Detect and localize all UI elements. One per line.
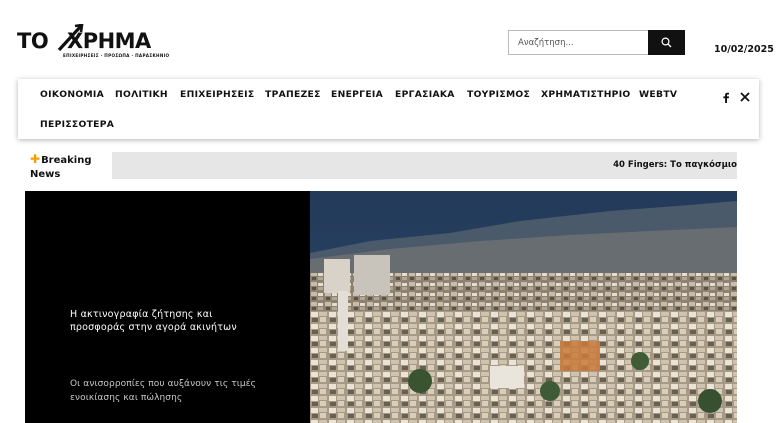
- nav-item-perissotera[interactable]: ΠΕΡΙΣΣΟΤΕΡΑ: [40, 119, 114, 130]
- breaking-label-line2: News: [30, 169, 61, 180]
- nav-item-tourismos[interactable]: ΤΟΥΡΙΣΜΟΣ: [467, 89, 530, 100]
- hero-image[interactable]: [310, 191, 737, 423]
- nav-item-politiki[interactable]: ΠΟΛΙΤΙΚΗ: [115, 89, 168, 100]
- nav-item-epixeiriseis[interactable]: ΕΠΙΧΕΙΡΗΣΕΙΣ: [180, 89, 254, 100]
- x-icon: [740, 92, 750, 102]
- x-link[interactable]: [738, 90, 752, 104]
- breaking-news-label: ✚Breaking News: [30, 152, 100, 182]
- city-skyline-image: [310, 191, 737, 423]
- hero-text-panel: Η ακτινογραφία ζήτησης και προσφοράς στη…: [25, 191, 310, 423]
- nav-item-webtv[interactable]: WEBTV: [639, 89, 677, 100]
- main-nav: ΟΙΚΟΝΟΜΙΑ ΠΟΛΙΤΙΚΗ ΕΠΙΧΕΙΡΗΣΕΙΣ ΤΡΑΠΕΖΕΣ…: [18, 79, 759, 139]
- search-box: [508, 30, 685, 55]
- facebook-icon: [723, 92, 729, 103]
- hero-subtitle: Οι ανισορροπίες που αυξάνουν τις τιμές ε…: [70, 379, 257, 403]
- search-icon: [661, 37, 672, 48]
- logo-tagline: ΕΠΙΧΕΙΡΗΣΕΙΣ · ΠΡΟΣΩΠΑ · ΠΑΡΑΣΚΗΝΙΟ: [63, 53, 170, 58]
- ticker-headline[interactable]: 40 Fingers: Το παγκόσμιο: [613, 160, 737, 170]
- breaking-label-line1: Breaking: [41, 155, 92, 166]
- hero-article[interactable]: Η ακτινογραφία ζήτησης και προσφοράς στη…: [25, 191, 737, 423]
- nav-item-xrimatistirio[interactable]: ΧΡΗΜΑΤΙΣΤΗΡΙΟ: [541, 89, 631, 100]
- nav-item-oikonomia[interactable]: ΟΙΚΟΝΟΜΙΑ: [40, 89, 104, 100]
- news-ticker: 40 Fingers: Το παγκόσμιο: [112, 152, 737, 179]
- nav-item-trapezes[interactable]: ΤΡΑΠΕΖΕΣ: [265, 89, 321, 100]
- plus-icon: ✚: [30, 152, 41, 166]
- nav-item-energeia[interactable]: ΕΝΕΡΓΕΙΑ: [331, 89, 383, 100]
- nav-item-ergasiaka[interactable]: ΕΡΓΑΣΙΑΚΑ: [395, 89, 455, 100]
- search-input[interactable]: [508, 30, 648, 55]
- logo-word-to: ΤΟ: [17, 29, 49, 53]
- logo-word-xrima: ΧΡΗΜΑ: [67, 29, 151, 53]
- site-logo[interactable]: ΤΟ ΧΡΗΜΑ ΕΠΙΧΕΙΡΗΣΕΙΣ · ΠΡΟΣΩΠΑ · ΠΑΡΑΣΚ…: [17, 24, 169, 60]
- hero-title[interactable]: Η ακτινογραφία ζήτησης και προσφοράς στη…: [70, 308, 270, 334]
- current-date: 10/02/2025: [714, 44, 774, 55]
- facebook-link[interactable]: [719, 90, 733, 104]
- search-button[interactable]: [648, 30, 685, 55]
